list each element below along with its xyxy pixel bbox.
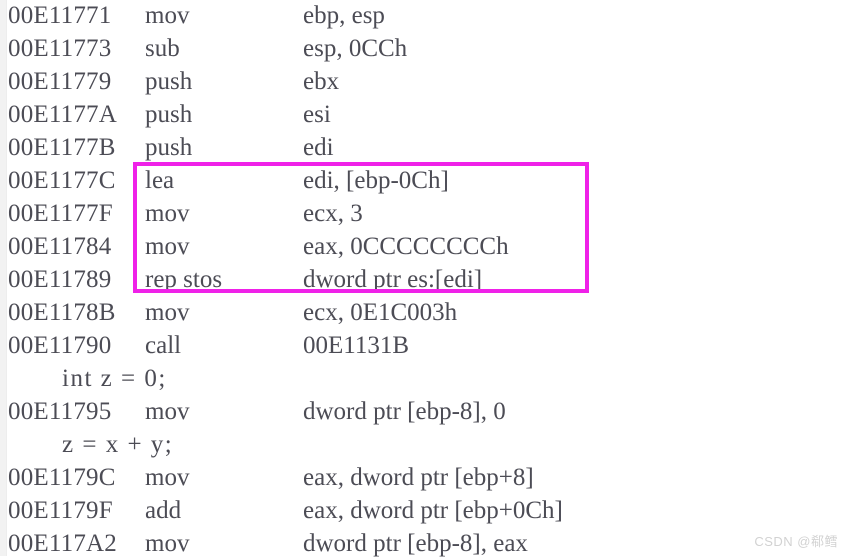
- instruction-operands: dword ptr [ebp-8], 0: [303, 398, 506, 425]
- instruction-address: 00E1177B: [8, 134, 116, 161]
- instruction-mnemonic: push: [145, 101, 193, 128]
- instruction-operands: edi, [ebp-0Ch]: [303, 167, 449, 194]
- instruction-mnemonic: mov: [145, 299, 190, 326]
- instruction-address: 00E1178B: [8, 299, 116, 326]
- instruction-line[interactable]: 00E1177F mov ecx, 3: [0, 197, 850, 230]
- instruction-address: 00E11773: [8, 35, 112, 62]
- instruction-mnemonic: lea: [145, 167, 175, 194]
- instruction-line[interactable]: 00E117A2 mov dword ptr [ebp-8], eax: [0, 527, 850, 560]
- instruction-address: 00E11789: [8, 266, 112, 293]
- instruction-operands: esp, 0CCh: [303, 35, 408, 62]
- instruction-operands: dword ptr es:[edi]: [303, 266, 483, 293]
- instruction-line[interactable]: 00E11773 sub esp, 0CCh: [0, 32, 850, 65]
- code-line-list: 00E11771 mov ebp, esp 00E11773 sub esp, 0CCh 0…: [0, 0, 850, 557]
- instruction-operands: ebp, esp: [303, 2, 385, 29]
- instruction-line[interactable]: 00E11789 rep stos dword ptr es:[edi]: [0, 263, 850, 296]
- instruction-address: 00E117A2: [8, 530, 117, 557]
- instruction-address: 00E11771: [8, 2, 112, 29]
- instruction-mnemonic: mov: [145, 530, 190, 557]
- instruction-operands: edi: [303, 134, 334, 161]
- instruction-operands: eax, dword ptr [ebp+0Ch]: [303, 497, 563, 524]
- instruction-line[interactable]: 00E11779 push ebx: [0, 65, 850, 98]
- instruction-mnemonic: sub: [145, 35, 180, 62]
- instruction-mnemonic: call: [145, 332, 182, 359]
- instruction-operands: dword ptr [ebp-8], eax: [303, 530, 528, 557]
- instruction-mnemonic: mov: [145, 398, 190, 425]
- instruction-mnemonic: mov: [145, 233, 190, 260]
- instruction-address: 00E1179F: [8, 497, 113, 524]
- instruction-address: 00E11784: [8, 233, 112, 260]
- instruction-address: 00E1177A: [8, 101, 117, 128]
- instruction-line[interactable]: 00E1179C mov eax, dword ptr [ebp+8]: [0, 461, 850, 494]
- instruction-mnemonic: mov: [145, 464, 190, 491]
- instruction-address: 00E11795: [8, 398, 112, 425]
- instruction-line[interactable]: 00E1179F add eax, dword ptr [ebp+0Ch]: [0, 494, 850, 527]
- source-code-line[interactable]: z = x + y;: [0, 428, 850, 461]
- watermark-label: CSDN @郗鳕: [754, 534, 838, 549]
- instruction-address: 00E1177C: [8, 167, 116, 194]
- source-code-text: int z = 0;: [62, 365, 167, 392]
- instruction-mnemonic: add: [145, 497, 182, 524]
- instruction-mnemonic: mov: [145, 2, 190, 29]
- instruction-address: 00E11790: [8, 332, 112, 359]
- instruction-mnemonic: rep stos: [145, 266, 223, 293]
- instruction-line[interactable]: 00E11790 call 00E1131B: [0, 329, 850, 362]
- instruction-mnemonic: push: [145, 68, 193, 95]
- instruction-line[interactable]: 00E1177A push esi: [0, 98, 850, 131]
- source-code-text: z = x + y;: [62, 431, 174, 458]
- instruction-operands: esi: [303, 101, 331, 128]
- instruction-line[interactable]: 00E11784 mov eax, 0CCCCCCCCh: [0, 230, 850, 263]
- instruction-operands: eax, 0CCCCCCCCh: [303, 233, 509, 260]
- instruction-mnemonic: mov: [145, 200, 190, 227]
- instruction-operands: eax, dword ptr [ebp+8]: [303, 464, 534, 491]
- instruction-line[interactable]: 00E11771 mov ebp, esp: [0, 0, 850, 32]
- instruction-operands: ecx, 0E1C003h: [303, 299, 458, 326]
- instruction-address: 00E1179C: [8, 464, 116, 491]
- instruction-address: 00E1177F: [8, 200, 113, 227]
- instruction-operands: 00E1131B: [303, 332, 410, 359]
- instruction-mnemonic: push: [145, 134, 193, 161]
- instruction-line[interactable]: 00E1177B push edi: [0, 131, 850, 164]
- instruction-operands: ebx: [303, 68, 340, 95]
- instruction-operands: ecx, 3: [303, 200, 363, 227]
- instruction-line[interactable]: 00E11795 mov dword ptr [ebp-8], 0: [0, 395, 850, 428]
- disassembly-view[interactable]: 00E11771 mov ebp, esp 00E11773 sub esp, 0CCh 0…: [0, 0, 850, 557]
- instruction-line[interactable]: 00E1177C lea edi, [ebp-0Ch]: [0, 164, 850, 197]
- source-code-line[interactable]: int z = 0;: [0, 362, 850, 395]
- instruction-address: 00E11779: [8, 68, 112, 95]
- instruction-line[interactable]: 00E1178B mov ecx, 0E1C003h: [0, 296, 850, 329]
